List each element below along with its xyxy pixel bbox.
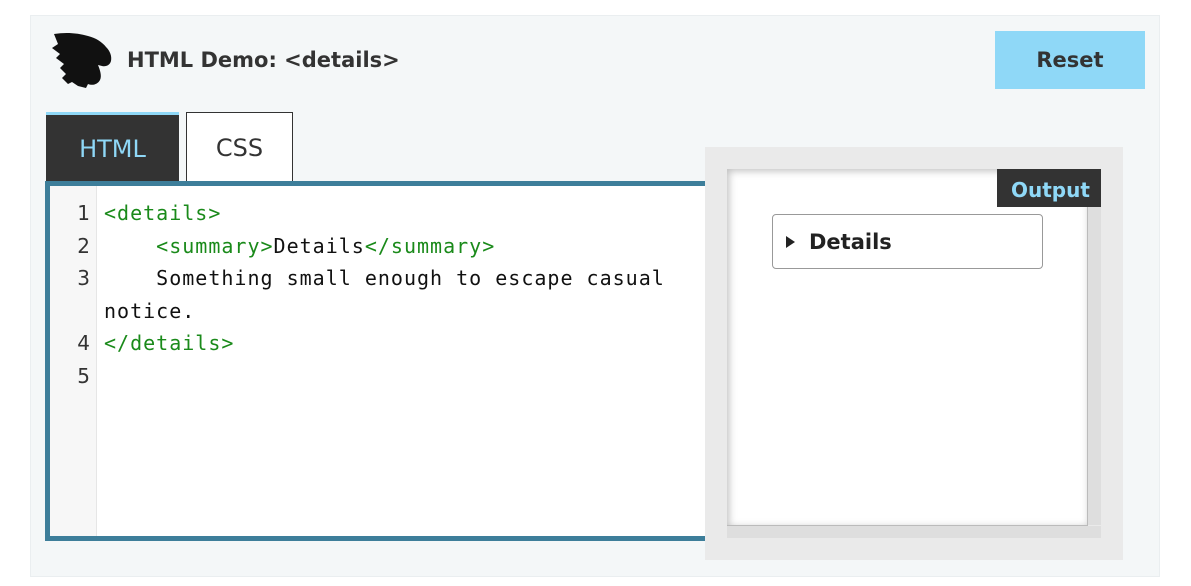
line-number: 3 [77,266,90,290]
output-label: Output [997,169,1101,207]
output-horizontal-scrollbar[interactable] [727,526,1101,538]
reset-button[interactable]: Reset [995,31,1145,89]
code-editor[interactable]: 1 <details> 2 <summary>Details</summary> 3 … [45,181,725,541]
dinosaur-logo-icon [52,32,112,88]
code-tag: <details> [104,201,222,225]
code-tag: </summary> [364,233,496,258]
code-line[interactable]: 1 <details> [50,197,725,230]
code-tag: </details> [104,331,235,355]
line-number: 4 [77,331,90,355]
code-text: Something small enough to escape casual … [104,266,678,323]
code-area[interactable]: 1 <details> 2 <summary>Details</summary> 3 … [50,197,725,392]
code-text: Details [273,233,365,258]
code-tag: <summary> [156,233,274,258]
code-line[interactable]: 5​ [50,360,725,393]
code-line[interactable]: 3 Something small enough to escape casua… [50,262,725,327]
disclosure-triangle-icon [786,235,795,248]
line-number: 2 [77,233,90,258]
output-vertical-scrollbar[interactable] [1088,207,1101,525]
tab-html[interactable]: HTML [46,112,179,182]
code-line[interactable]: 2 <summary>Details</summary> [50,230,725,263]
details-summary: Details [809,229,892,254]
details-element[interactable]: Details [772,214,1043,269]
line-number: 1 [77,201,90,225]
line-number: 5 [77,363,90,388]
code-line[interactable]: 4 </details> [50,327,725,360]
tab-css[interactable]: CSS [186,112,293,182]
page-title: HTML Demo: <details> [127,48,400,72]
